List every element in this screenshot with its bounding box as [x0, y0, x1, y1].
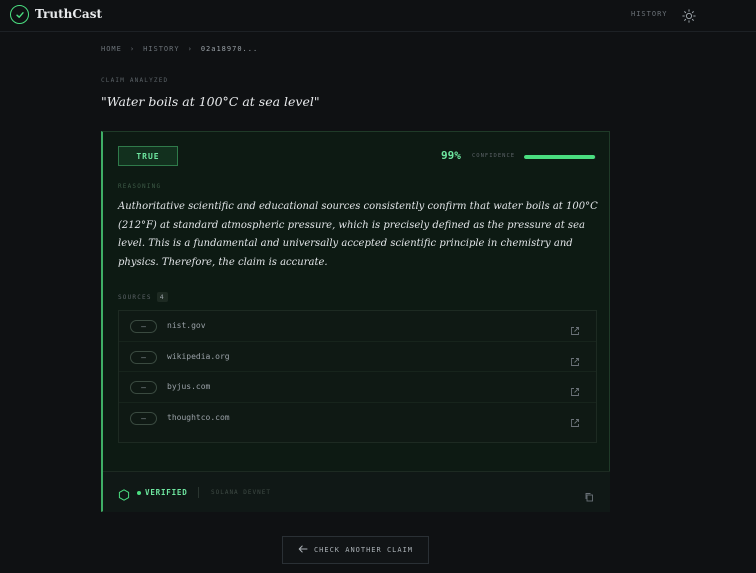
external-link-icon[interactable]: [570, 352, 580, 366]
copy-icon[interactable]: [584, 487, 594, 502]
chevron-right-icon: ›: [187, 45, 193, 53]
breadcrumb-history[interactable]: HISTORY: [143, 45, 180, 53]
sun-icon[interactable]: [682, 8, 696, 23]
source-row[interactable]: — thoughtco.com: [119, 403, 596, 434]
external-link-icon[interactable]: [570, 382, 580, 396]
verified-status-dot: [137, 491, 141, 495]
top-bar: TruthCast HISTORY: [0, 0, 756, 32]
confidence-label: CONFIDENCE: [472, 153, 516, 159]
source-stance-pill: —: [130, 381, 157, 394]
arrow-left-icon: [298, 545, 308, 555]
breadcrumb: HOME › HISTORY › 02a18970...: [101, 45, 258, 53]
source-stance-pill: —: [130, 350, 157, 364]
reasoning-label: REASONING: [118, 183, 162, 190]
external-link-icon[interactable]: [570, 321, 580, 335]
confidence-bar-fill: [524, 155, 596, 159]
sources-header: SOURCES 4: [118, 292, 168, 302]
hexagon-icon: [118, 486, 130, 501]
source-row[interactable]: — byjus.com: [119, 372, 596, 403]
sources-count-badge: 4: [156, 292, 168, 302]
network-label: SOLANA DEVNET: [211, 489, 271, 496]
verified-label: VERIFIED: [145, 488, 188, 497]
source-row[interactable]: — nist.gov: [119, 311, 596, 342]
chevron-right-icon: ›: [129, 45, 136, 53]
source-row[interactable]: — wikipedia.org: [119, 342, 596, 372]
sources-label: SOURCES: [118, 293, 152, 301]
nav-history-link[interactable]: HISTORY: [631, 10, 668, 18]
reasoning-text: Authoritative scientific and educational…: [118, 201, 598, 268]
source-domain[interactable]: thoughtco.com: [167, 413, 230, 422]
app-name[interactable]: TruthCast: [35, 7, 102, 21]
claim-text: "Water boils at 100°C at sea level": [101, 94, 320, 109]
source-domain[interactable]: byjus.com: [167, 382, 210, 391]
result-card: TRUE 99% CONFIDENCE REASONING Authoritat…: [101, 131, 610, 512]
source-stance-pill: —: [130, 320, 157, 333]
card-footer: VERIFIED SOLANA DEVNET: [103, 471, 610, 512]
source-domain[interactable]: nist.gov: [167, 321, 206, 330]
source-stance-pill: —: [130, 411, 157, 425]
external-link-icon[interactable]: [570, 413, 580, 427]
claim-label: CLAIM ANALYZED: [101, 77, 169, 84]
sources-list: — nist.gov — wikipedia.org — byjus.com —…: [118, 310, 597, 443]
verdict-badge: TRUE: [118, 146, 178, 166]
logo-check-icon[interactable]: [10, 5, 29, 24]
check-another-claim-button[interactable]: CHECK ANOTHER CLAIM: [282, 536, 429, 564]
confidence-bar: [524, 155, 596, 159]
footer-divider: [198, 487, 199, 498]
check-another-claim-label: CHECK ANOTHER CLAIM: [313, 546, 414, 554]
confidence-value: 99%: [441, 149, 461, 162]
breadcrumb-home[interactable]: HOME: [101, 45, 122, 53]
source-domain[interactable]: wikipedia.org: [167, 352, 230, 361]
breadcrumb-current: 02a18970...: [200, 45, 259, 53]
